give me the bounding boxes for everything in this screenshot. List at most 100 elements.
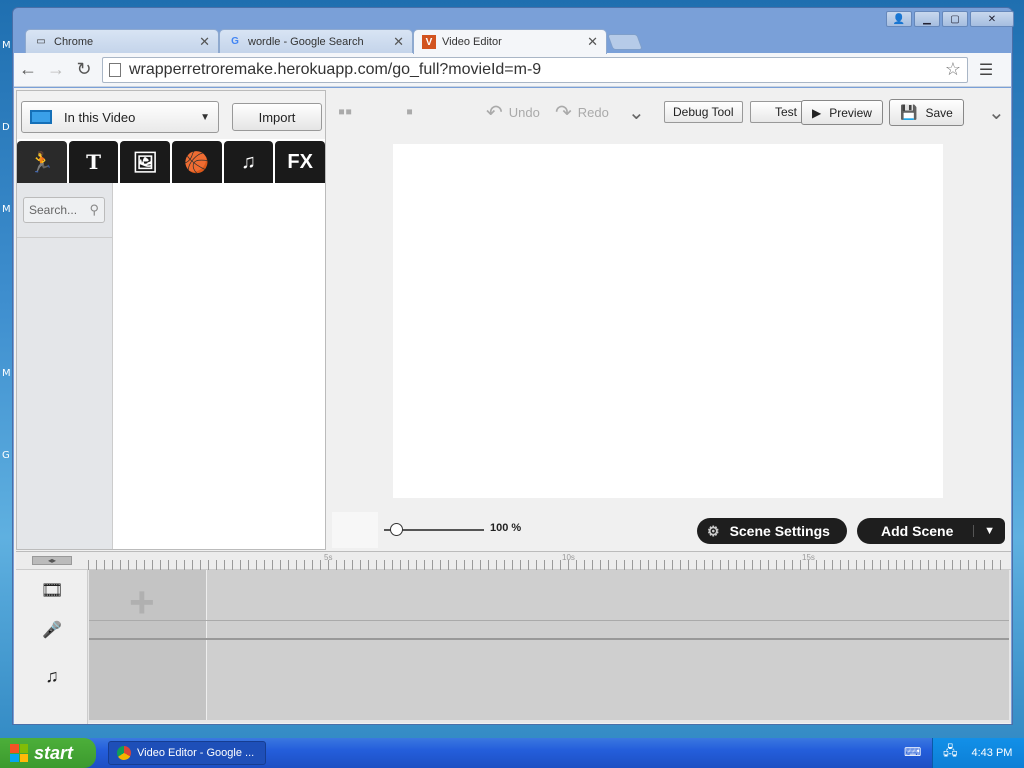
taskbar-item-video-editor[interactable]: Video Editor - Google ... — [108, 741, 266, 765]
video-editor: In this Video ▼ Import 🏃 T 🖼 🏀 ♫ FX Sear… — [14, 88, 1011, 724]
category-tabs: 🏃 T 🖼 🏀 ♫ FX — [17, 141, 326, 183]
back-button[interactable]: ← — [14, 59, 42, 80]
redo-icon: ↷ — [555, 101, 572, 124]
page-icon — [109, 62, 121, 77]
forward-button[interactable]: → — [42, 59, 70, 80]
cut-icon[interactable]: ▪▪ — [338, 100, 358, 124]
scene-settings-button[interactable]: ⚙ Scene Settings — [697, 518, 847, 544]
close-icon[interactable]: ✕ — [199, 34, 210, 50]
gear-icon: ⚙ — [707, 522, 720, 539]
desktop-icon-label: M — [2, 40, 11, 51]
tab-chrome[interactable]: ▭ Chrome ✕ — [25, 29, 219, 53]
taskbar-item-label: Video Editor - Google ... — [137, 747, 255, 759]
chevron-down-icon: ▼ — [200, 111, 210, 123]
search-input[interactable]: Search... ⚲ — [23, 197, 105, 223]
track-headers: 🎞 🎤 ♫ — [16, 570, 88, 724]
ruler-label: 5s — [324, 553, 333, 562]
user-icon[interactable]: 👤 — [886, 11, 912, 27]
props-icon[interactable]: 🏀 — [172, 141, 222, 183]
url-text: wrapperretroremake.herokuapp.com/go_full… — [129, 60, 542, 78]
backgrounds-icon[interactable]: 🖼 — [120, 141, 171, 183]
close-window-button[interactable]: ✕ — [970, 11, 1014, 27]
reload-button[interactable]: ↻ — [70, 59, 98, 80]
tab-video-editor[interactable]: V Video Editor ✕ — [413, 29, 607, 54]
chevron-down-icon[interactable]: ▼ — [973, 525, 1005, 537]
preview-button[interactable]: ▶ Preview — [801, 100, 883, 125]
asset-list: Search... ⚲ — [17, 183, 325, 549]
asset-panel-header: In this Video ▼ Import — [17, 91, 325, 139]
close-icon[interactable]: ✕ — [587, 34, 598, 50]
save-label: Save — [925, 105, 953, 120]
library-dropdown[interactable]: In this Video ▼ — [21, 101, 219, 133]
tab-label: wordle - Google Search — [248, 35, 364, 48]
add-scene-button[interactable]: Add Scene ▼ — [857, 518, 1005, 544]
add-scene-slot[interactable]: + — [89, 570, 207, 720]
zoom-slider-handle[interactable] — [390, 523, 403, 536]
start-label: start — [34, 742, 74, 763]
scene-settings-label: Scene Settings — [729, 523, 830, 539]
copy-icon[interactable]: ▪ — [406, 100, 419, 124]
v-favicon: V — [422, 35, 436, 49]
timeline-scroll-handle[interactable]: ◂▸ — [32, 556, 72, 565]
chrome-icon — [117, 746, 131, 760]
redo-label: Redo — [577, 104, 609, 120]
floppy-icon: 💾 — [900, 104, 918, 120]
maximize-button[interactable]: ▢ — [942, 11, 968, 27]
microphone-icon: 🎤 — [42, 622, 62, 639]
chevron-down-icon[interactable]: ⌄ — [628, 100, 651, 124]
redo-button[interactable]: ↷ Redo — [555, 100, 609, 124]
start-button[interactable]: start — [0, 738, 96, 768]
tab-wordle[interactable]: G wordle - Google Search ✕ — [219, 29, 413, 53]
system-tray: 🖧 4:43 PM — [932, 738, 1024, 768]
zoom-control: 100 % — [332, 512, 532, 548]
characters-icon[interactable]: 🏃 — [17, 141, 67, 183]
divider — [17, 237, 113, 238]
text-icon[interactable]: T — [68, 141, 119, 183]
desktop-icon-label: G — [2, 450, 10, 461]
undo-button[interactable]: ↶ Undo — [486, 100, 540, 124]
browser-toolbar: ← → ↻ wrapperretroremake.herokuapp.com/g… — [14, 53, 1011, 87]
network-icon[interactable]: 🖧 — [943, 742, 958, 764]
track-divider — [89, 638, 1009, 640]
fx-icon[interactable]: FX — [275, 141, 326, 183]
film-strip-icon: 🎞 — [40, 580, 64, 600]
desktop-icon-label: D — [2, 122, 10, 133]
desktop-icon-label: M — [2, 368, 11, 379]
zoom-value: 100 % — [490, 522, 522, 534]
minimize-button[interactable]: ▁ — [914, 11, 940, 27]
save-button[interactable]: 💾 Save — [889, 99, 964, 126]
video-stage[interactable] — [393, 144, 943, 498]
undo-icon: ↶ — [486, 101, 503, 124]
scene-thumbnail — [332, 512, 378, 548]
close-icon[interactable]: ✕ — [393, 34, 404, 50]
menu-icon[interactable]: ☰ — [972, 60, 1000, 80]
test-button[interactable]: Test — [750, 101, 806, 123]
import-button[interactable]: Import — [232, 103, 322, 131]
film-icon — [30, 110, 52, 124]
keyboard-icon[interactable]: ⌨ — [904, 745, 921, 759]
tab-label: Video Editor — [442, 36, 502, 48]
track-divider — [89, 620, 1009, 621]
bookmark-star-icon[interactable]: ☆ — [945, 59, 961, 80]
undo-label: Undo — [508, 104, 540, 120]
music-icon[interactable]: ♫ — [223, 141, 274, 183]
debug-tool-button[interactable]: Debug Tool — [664, 101, 743, 123]
dropdown-label: In this Video — [64, 109, 136, 125]
window-controls: 👤 ▁ ▢ ✕ — [886, 11, 1014, 27]
windows-logo-icon — [10, 744, 28, 762]
play-icon: ▶ — [812, 105, 822, 120]
search-icon[interactable]: ⚲ — [89, 202, 99, 218]
chevron-down-icon[interactable]: ⌄ — [988, 100, 1011, 124]
editor-toolbar: ▪▪ ▪ ↶ Undo ↷ Redo ⌄ Debug Tool Test ▶ P… — [330, 94, 1010, 130]
clock: 4:43 PM — [971, 747, 1013, 759]
music-icon: ♫ — [45, 666, 59, 686]
asset-panel: In this Video ▼ Import 🏃 T 🖼 🏀 ♫ FX Sear… — [16, 90, 326, 550]
search-placeholder: Search... — [29, 203, 78, 217]
preview-label: Preview — [829, 105, 872, 120]
tab-strip: ▭ Chrome ✕ G wordle - Google Search ✕ V … — [13, 8, 1014, 54]
timeline-tracks[interactable]: + — [89, 570, 1009, 720]
desktop-icon-label: M — [2, 204, 11, 215]
new-tab-button[interactable] — [607, 34, 643, 50]
address-bar[interactable]: wrapperretroremake.herokuapp.com/go_full… — [102, 56, 968, 83]
page-icon: ▭ — [36, 36, 46, 47]
